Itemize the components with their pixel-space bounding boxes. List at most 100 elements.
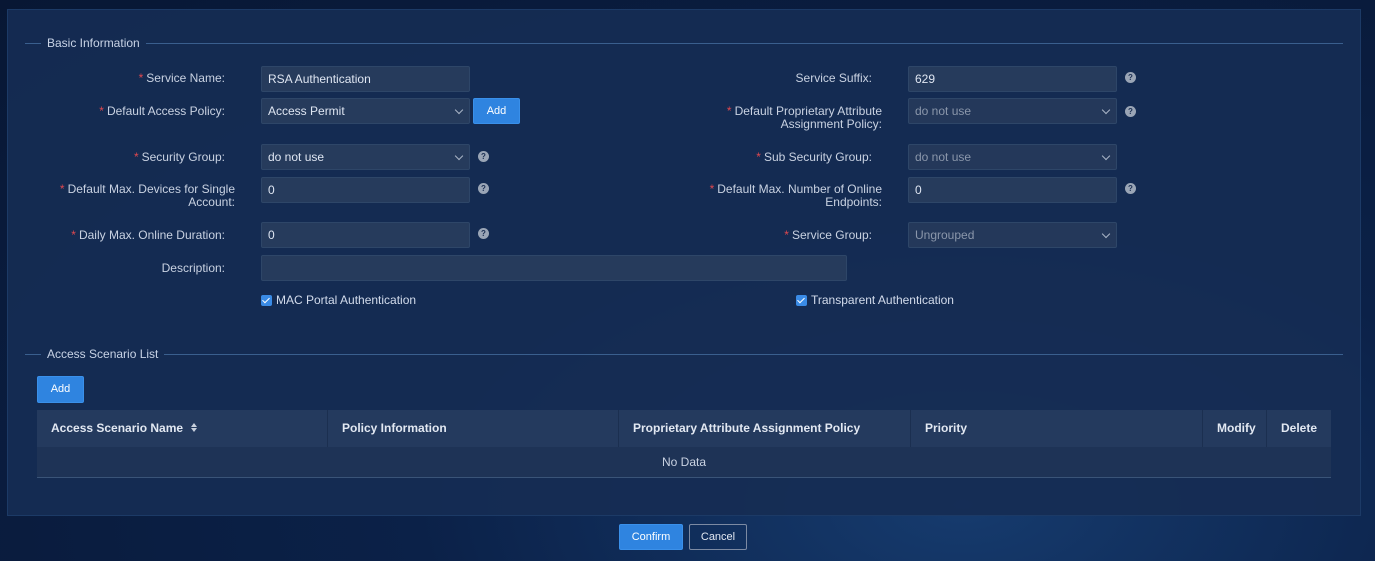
label-text: Security Group: [141,150,225,164]
input-value: 629 [915,72,936,86]
daily-max-duration-input[interactable]: 0 [261,222,470,248]
daily-max-duration-label: * Daily Max. Online Duration: [38,229,225,242]
sort-icon[interactable] [191,423,198,433]
required-marker: * [709,182,715,196]
mac-portal-checkbox[interactable]: MAC Portal Authentication [261,293,416,307]
help-icon[interactable]: ? [478,183,489,194]
description-input[interactable] [261,255,847,281]
label-text: Endpoints: [825,195,882,209]
section-title-text: Basic Information [47,36,140,50]
input-value: 0 [268,183,275,197]
default-proprietary-policy-label: * Default Proprietary Attribute Assignmen… [698,105,882,131]
column-header-proprietary-policy: Proprietary Attribute Assignment Policy [619,410,911,447]
column-header-text: Delete [1281,421,1318,435]
help-icon[interactable]: ? [478,228,489,239]
security-group-select[interactable]: do not use [261,144,470,170]
select-value: Ungrouped [915,228,975,242]
max-online-endpoints-input[interactable]: 0 [908,177,1117,203]
select-value: do not use [915,150,972,164]
select-value: do not use [268,150,325,164]
label-text: Daily Max. Online Duration: [78,228,225,242]
label-text: Default Max. Devices for Single [67,182,235,196]
input-value: RSA Authentication [268,72,371,86]
label-text: Sub Security Group: [763,150,872,164]
access-scenario-table: Access Scenario Name Policy Information … [37,410,1331,478]
label-text: Default Max. Number of Online [717,182,882,196]
max-devices-input[interactable]: 0 [261,177,470,203]
default-proprietary-policy-select[interactable]: do not use [908,98,1117,124]
column-header-text: Proprietary Attribute Assignment Policy [633,421,861,435]
required-marker: * [133,150,139,164]
required-marker: * [71,228,76,242]
max-devices-label: * Default Max. Devices for Single Account… [38,183,235,209]
chevron-down-icon [454,105,464,115]
checkbox-label: Transparent Authentication [811,293,954,307]
default-access-policy-select[interactable]: Access Permit [261,98,470,124]
basic-information-section-title: Basic Information [25,36,1343,50]
transparent-auth-checkbox[interactable]: Transparent Authentication [796,293,954,307]
required-marker: * [726,104,732,118]
required-marker: * [756,150,761,164]
column-header-delete: Delete [1267,410,1331,447]
add-access-policy-button[interactable]: Add [473,98,520,124]
input-value: 0 [915,183,922,197]
default-access-policy-label: * Default Access Policy: [48,105,225,118]
required-marker: * [99,104,104,118]
checkbox-label: MAC Portal Authentication [276,293,417,307]
empty-state-text: No Data [661,455,707,469]
add-scenario-button[interactable]: Add [37,376,84,403]
description-label: Description: [48,262,225,275]
table-empty-row: No Data [37,447,1331,478]
confirm-button[interactable]: Confirm [619,524,683,550]
service-group-label: * Service Group: [708,229,872,242]
label-text: Service Suffix: [795,71,872,85]
access-scenario-section-title: Access Scenario List [25,347,1343,361]
label-text: Account: [188,195,235,209]
help-icon[interactable]: ? [1125,72,1136,83]
help-icon[interactable]: ? [1125,106,1136,117]
chevron-down-icon [1101,151,1111,161]
select-value: do not use [915,104,972,118]
service-group-select[interactable]: Ungrouped [908,222,1117,248]
label-text: Service Group: [791,228,872,242]
table-header: Access Scenario Name Policy Information … [37,410,1331,447]
service-suffix-input[interactable]: 629 [908,66,1117,92]
label-text: Service Name: [146,71,225,85]
divider [25,42,41,44]
column-header-modify: Modify [1203,410,1267,447]
divider [25,353,41,355]
service-form-panel: Basic Information * Service Name: RSA Aut… [7,9,1361,516]
sub-security-group-label: * Sub Security Group: [708,151,872,164]
column-header-priority: Priority [911,410,1203,447]
checkbox-checked-icon[interactable] [796,294,807,306]
label-text: Description: [161,261,225,275]
required-marker: * [784,228,789,242]
chevron-down-icon [1101,105,1111,115]
sub-security-group-select[interactable]: do not use [908,144,1117,170]
section-title-text: Access Scenario List [47,347,159,361]
cancel-button[interactable]: Cancel [689,524,747,550]
required-marker: * [59,182,65,196]
column-header-scenario-name[interactable]: Access Scenario Name [37,410,328,447]
column-header-text: Priority [925,421,968,435]
service-suffix-label: Service Suffix: [708,72,872,85]
divider [164,353,1343,355]
chevron-down-icon [1101,229,1111,239]
divider [145,42,1343,44]
required-marker: * [138,71,144,85]
input-value: 0 [268,228,275,242]
help-icon[interactable]: ? [1125,183,1136,194]
column-header-text: Policy Information [342,421,447,435]
help-icon[interactable]: ? [478,151,489,162]
checkbox-checked-icon[interactable] [261,294,272,306]
label-text: Default Access Policy: [106,104,225,118]
service-name-input[interactable]: RSA Authentication [261,66,470,92]
select-value: Access Permit [268,104,345,118]
service-name-label: * Service Name: [48,72,225,85]
chevron-down-icon [454,151,464,161]
label-text: Assignment Policy: [780,117,882,131]
max-online-endpoints-label: * Default Max. Number of Online Endpoints… [688,183,882,209]
security-group-label: * Security Group: [48,151,225,164]
label-text: Default Proprietary Attribute [734,104,882,118]
column-header-text: Modify [1217,421,1256,435]
